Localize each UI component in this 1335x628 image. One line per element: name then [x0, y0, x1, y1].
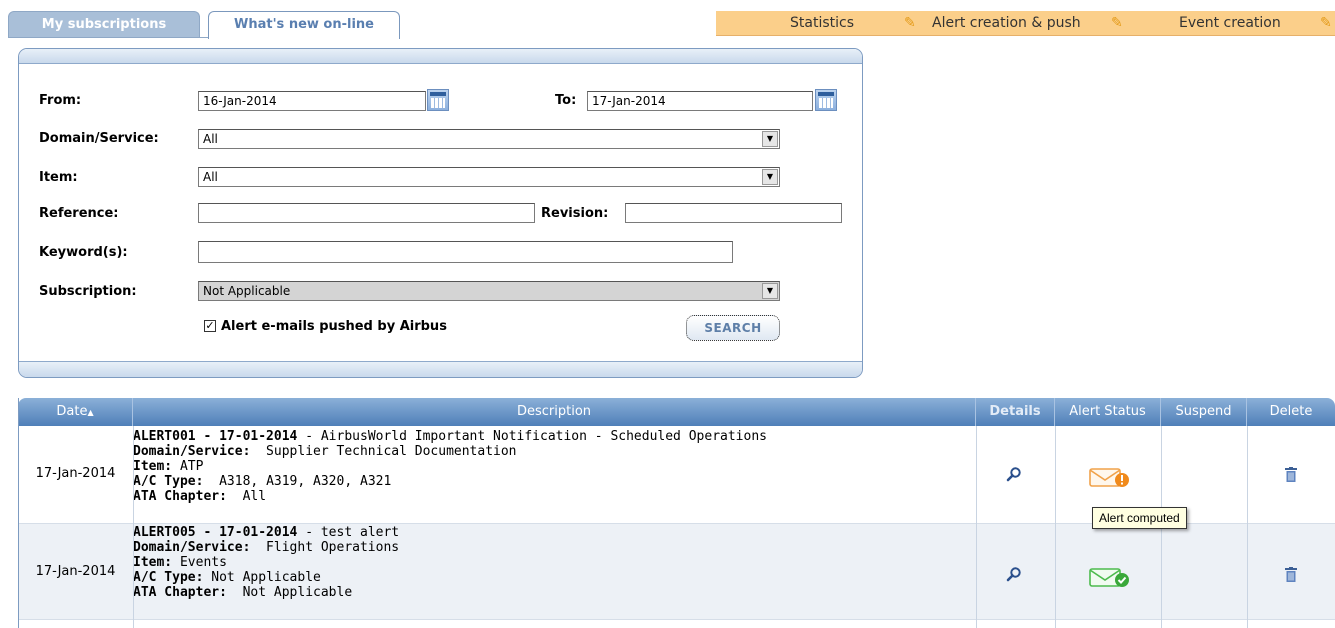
row-date: 17-Jan-2014 [35, 466, 116, 481]
pencil-icon: ✎ [1320, 15, 1332, 31]
domain-label: Domain/Service: [133, 444, 251, 459]
ac-type-label: A/C Type: [133, 570, 204, 585]
magnifier-icon[interactable] [1006, 566, 1022, 582]
tab-my-subscriptions[interactable]: My subscriptions [8, 11, 200, 37]
tab-baseline [8, 37, 208, 38]
chevron-down-icon[interactable]: ▼ [762, 169, 778, 185]
envelope-warning-icon[interactable] [1088, 466, 1134, 488]
keyword-label: Keyword(s): [39, 245, 128, 260]
panel-header [19, 49, 862, 64]
column-divider [976, 426, 977, 628]
description-column-header: Description [133, 398, 976, 426]
event-creation-link[interactable]: Event creation [1179, 11, 1281, 35]
row-date: 17-Jan-2014 [35, 564, 116, 579]
item-value: All [203, 170, 218, 184]
alert-creation-link[interactable]: Alert creation & push [932, 11, 1081, 35]
from-label: From: [39, 93, 82, 108]
subscription-label: Subscription: [39, 284, 137, 299]
column-divider [1247, 426, 1248, 628]
domain-value: Flight Operations [250, 540, 400, 555]
column-divider [1055, 426, 1056, 628]
details-column-header: Details [976, 398, 1055, 426]
item-select[interactable]: All ▼ [198, 167, 780, 187]
row-description: ALERT001 - 17-01-2014 - AirbusWorld Impo… [133, 429, 767, 504]
to-label: To: [555, 93, 577, 108]
alert-title: - AirbusWorld Important Notification - S… [297, 429, 767, 444]
ac-type-value: Not Applicable [203, 570, 321, 585]
trash-icon[interactable] [1285, 467, 1297, 482]
item-value: Events [172, 555, 227, 570]
item-label: Item: [133, 555, 173, 570]
chevron-down-icon[interactable]: ▼ [762, 283, 778, 299]
reference-label: Reference: [39, 206, 119, 221]
alert-emails-checkbox[interactable]: ✓ [204, 320, 216, 332]
table-row: 17-Jan-2014 ALERT005 - 17-01-2014 - test… [18, 524, 1335, 620]
alert-status-column-header: Alert Status [1055, 398, 1161, 426]
to-date-field[interactable]: 17-Jan-2014 [587, 91, 813, 111]
pencil-icon: ✎ [904, 15, 916, 31]
table-header: Date▲ Description Details Alert Status S… [18, 398, 1335, 426]
subscription-value: Not Applicable [203, 284, 291, 298]
domain-service-value: All [203, 132, 218, 146]
ata-chapter-label: ATA Chapter: [133, 585, 227, 600]
date-column-header[interactable]: Date▲ [18, 398, 133, 426]
domain-value: Supplier Technical Documentation [250, 444, 517, 459]
table-row-partial [18, 620, 1335, 628]
alert-id: ALERT001 - 17-01-2014 [133, 429, 298, 444]
sort-asc-icon: ▲ [87, 408, 94, 417]
row-description: ALERT005 - 17-01-2014 - test alert Domai… [133, 525, 399, 600]
magnifier-icon[interactable] [1006, 466, 1022, 482]
chevron-down-icon[interactable]: ▼ [762, 131, 778, 147]
revision-field[interactable] [625, 203, 842, 223]
tab-whats-new-online[interactable]: What's new on-line [208, 11, 400, 39]
ata-chapter-value: All [226, 489, 267, 504]
domain-service-label: Domain/Service: [39, 131, 159, 146]
item-label: Item: [133, 459, 173, 474]
calendar-icon[interactable] [815, 89, 837, 111]
admin-toolbar: Statistics ✎ Alert creation & push ✎ Eve… [716, 11, 1335, 36]
ac-type-label: A/C Type: [133, 474, 204, 489]
date-header-label: Date [56, 404, 88, 419]
column-divider [133, 426, 134, 628]
grid-left-border [18, 398, 19, 628]
domain-service-select[interactable]: All ▼ [198, 129, 780, 149]
alert-emails-label: Alert e-mails pushed by Airbus [221, 319, 447, 334]
envelope-check-icon[interactable] [1088, 566, 1134, 588]
alert-title: - test alert [297, 525, 400, 540]
calendar-icon[interactable] [427, 89, 449, 111]
domain-label: Domain/Service: [133, 540, 251, 555]
ata-chapter-value: Not Applicable [226, 585, 353, 600]
suspend-column-header: Suspend [1161, 398, 1247, 426]
revision-label: Revision: [541, 206, 609, 221]
search-button[interactable]: SEARCH [686, 315, 780, 341]
delete-column-header: Delete [1269, 404, 1313, 419]
alert-id: ALERT005 - 17-01-2014 [133, 525, 298, 540]
ata-chapter-label: ATA Chapter: [133, 489, 227, 504]
panel-footer [19, 361, 862, 377]
statistics-link[interactable]: Statistics [790, 11, 854, 35]
alert-status-tooltip: Alert computed [1092, 507, 1187, 529]
keyword-field[interactable] [198, 241, 733, 263]
item-value: ATP [172, 459, 204, 474]
subscription-select[interactable]: Not Applicable ▼ [198, 281, 780, 301]
reference-field[interactable] [198, 203, 535, 223]
ac-type-value: A318, A319, A320, A321 [203, 474, 392, 489]
trash-icon[interactable] [1285, 567, 1297, 582]
item-label: Item: [39, 170, 78, 185]
pencil-icon: ✎ [1111, 15, 1123, 31]
from-date-field[interactable]: 16-Jan-2014 [198, 91, 426, 111]
